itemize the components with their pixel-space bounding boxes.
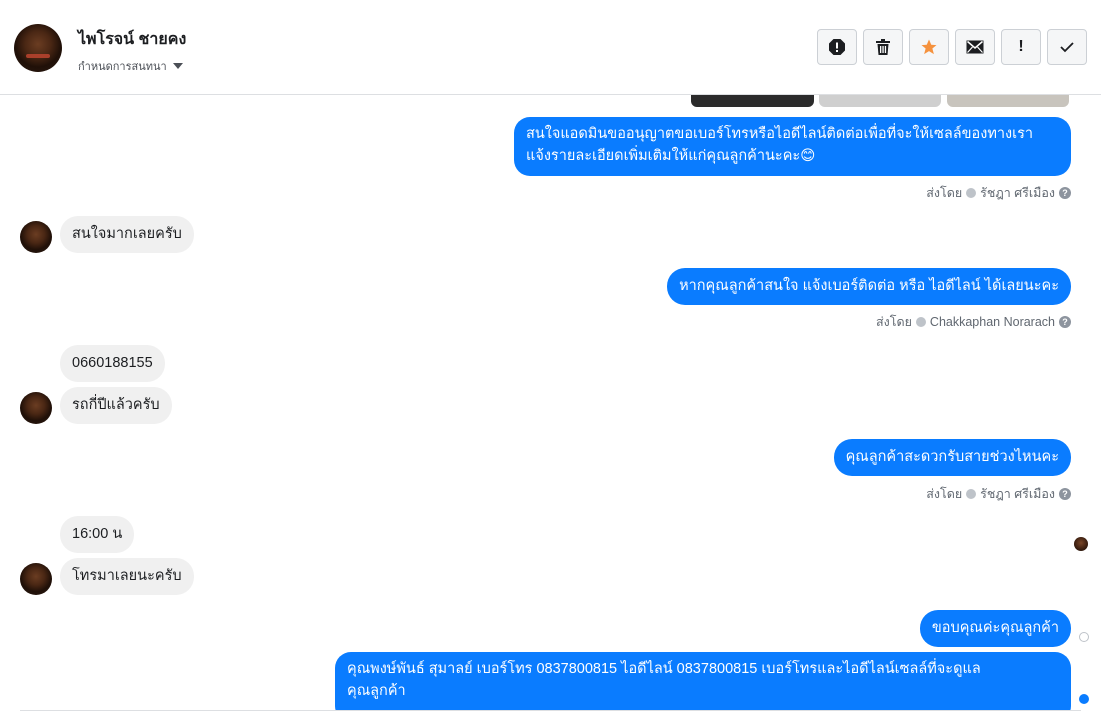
conversation-header: ไพโรจน์ ชายคง กำหนดการสนทนา !: [0, 0, 1101, 95]
sent-by-prefix: ส่งโดย: [926, 186, 963, 200]
outgoing-message[interactable]: หากคุณลูกค้าสนใจ แจ้งเบอร์ติดต่อ หรือ ไอ…: [667, 268, 1071, 305]
help-icon[interactable]: ?: [1059, 187, 1071, 199]
caret-down-icon: [172, 63, 183, 69]
incoming-message[interactable]: 0660188155: [60, 345, 165, 382]
seen-by-avatar: [1074, 537, 1088, 551]
verified-icon: [915, 317, 926, 327]
conversation-schedule-dropdown[interactable]: กำหนดการสนทนา: [78, 57, 183, 75]
sent-by-prefix: ส่งโดย: [876, 315, 912, 329]
verified-icon: [966, 489, 977, 499]
contact-name[interactable]: ไพโรจน์ ชายคง: [78, 27, 186, 52]
outgoing-message[interactable]: คุณลูกค้าสะดวกรับสายช่วงไหนคะ: [833, 439, 1071, 476]
outgoing-message[interactable]: ขอบคุณค่ะคุณลูกค้า: [919, 610, 1071, 647]
help-icon[interactable]: ?: [1059, 316, 1071, 328]
outgoing-message[interactable]: คุณพงษ์พันธ์ สุมาลย์ เบอร์โทร 0837800815…: [335, 652, 1071, 711]
contact-avatar-small[interactable]: [20, 563, 52, 595]
sent-by-label: ส่งโดย Chakkaphan Norarach ?: [876, 312, 1071, 332]
mark-spam-button[interactable]: [817, 29, 857, 65]
incoming-message[interactable]: 16:00 น: [60, 516, 135, 553]
message-line: แจ้งรายละเอียดเพิ่มเติมให้แก่คุณลูกค้านะ…: [526, 148, 816, 164]
mark-important-button[interactable]: !: [1001, 29, 1041, 65]
help-icon[interactable]: ?: [1059, 488, 1071, 500]
incoming-message[interactable]: โทรมาเลยนะครับ: [60, 558, 194, 595]
sent-by-prefix: ส่งโดย: [926, 487, 963, 501]
incoming-message[interactable]: สนใจมากเลยครับ: [60, 216, 194, 253]
check-icon: [1060, 42, 1074, 53]
attachment-thumbnail[interactable]: [819, 95, 941, 107]
verified-icon: [966, 188, 977, 198]
envelope-icon: [966, 40, 984, 54]
exclamation-icon: !: [1018, 38, 1024, 55]
sent-status-icon: [1079, 632, 1089, 642]
sender-name: Chakkaphan Norarach: [929, 315, 1055, 329]
delete-button[interactable]: [863, 29, 903, 65]
star-button[interactable]: [909, 29, 949, 65]
sent-by-label: ส่งโดย รัชฎา ศรีเมือง ?: [926, 484, 1071, 504]
mark-done-button[interactable]: [1047, 29, 1087, 65]
spam-icon: [829, 39, 845, 55]
contact-avatar-small[interactable]: [20, 392, 52, 424]
schedule-label: กำหนดการสนทนา: [78, 61, 167, 73]
trash-icon: [876, 39, 890, 55]
sender-name: รัชฎา ศรีเมือง: [980, 186, 1055, 200]
star-icon: [921, 39, 937, 55]
sender-name: รัชฎา ศรีเมือง: [980, 487, 1055, 501]
email-button[interactable]: [955, 29, 995, 65]
attachment-thumbnail[interactable]: [691, 95, 814, 107]
message-line: คุณลูกค้า: [347, 683, 406, 699]
message-line: คุณพงษ์พันธ์ สุมาลย์ เบอร์โทร 0837800815…: [347, 661, 981, 677]
contact-avatar-small[interactable]: [20, 221, 52, 253]
message-line: สนใจแอดมินขออนุญาตขอเบอร์โทรหรือไอดีไลน์…: [526, 126, 1034, 142]
sent-by-label: ส่งโดย รัชฎา ศรีเมือง ?: [926, 183, 1071, 203]
outgoing-message[interactable]: สนใจแอดมินขออนุญาตขอเบอร์โทรหรือไอดีไลน์…: [514, 117, 1071, 176]
delivered-status-icon: [1079, 694, 1089, 704]
conversation-thread[interactable]: สนใจแอดมินขออนุญาตขอเบอร์โทรหรือไอดีไลน์…: [0, 95, 1101, 711]
conversation-toolbar: !: [817, 29, 1087, 65]
attachment-thumbnail[interactable]: [947, 95, 1069, 107]
contact-avatar[interactable]: [14, 24, 62, 72]
incoming-message[interactable]: รถกี่ปีแล้วครับ: [60, 387, 172, 424]
